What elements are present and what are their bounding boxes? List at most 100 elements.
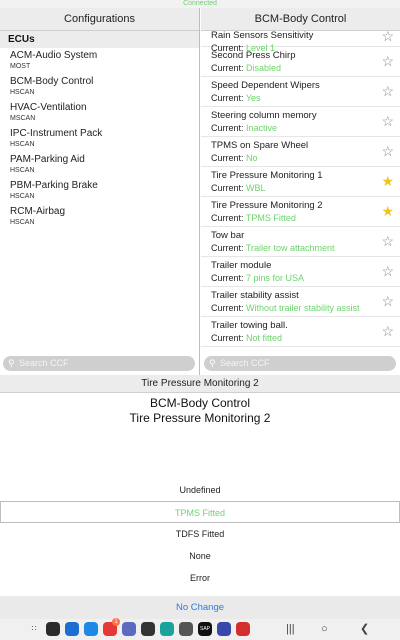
current-value: Without trailer stability assist: [246, 303, 360, 313]
camera-dot-icon[interactable]: [141, 622, 155, 636]
ccf-list-item[interactable]: TPMS on Spare Wheel Current: No ☆: [201, 137, 400, 167]
ecu-bus: HSCAN: [10, 167, 35, 174]
ecu-name: PAM-Parking Aid: [10, 154, 85, 165]
ecu-name: HVAC-Ventilation: [10, 102, 87, 113]
favorite-star-icon[interactable]: ☆: [381, 264, 394, 278]
ccf-list-item[interactable]: Tow bar Current: Trailer tow attachment ☆: [201, 227, 400, 257]
chat-app-icon[interactable]: [84, 622, 98, 636]
favorite-star-icon[interactable]: ☆: [381, 144, 394, 158]
favorite-star-icon[interactable]: ☆: [381, 114, 394, 128]
current-value: 7 pins for USA: [246, 273, 305, 283]
no-change-button[interactable]: No Change: [0, 596, 400, 619]
ccf-list-item[interactable]: Second Press Chirp Current: Disabled ☆: [201, 47, 400, 77]
search-placeholder: Search CCF: [19, 358, 69, 368]
main-panes: Configurations ECUs ACM-Audio System MOST…: [0, 8, 400, 375]
multi-app-icon[interactable]: [217, 622, 231, 636]
favorite-star-icon[interactable]: ☆: [381, 54, 394, 68]
current-label: Current:: [211, 183, 247, 193]
connection-status: Connected: [183, 0, 217, 7]
current-value: Not fitted: [246, 333, 283, 343]
ecu-bus: HSCAN: [10, 141, 35, 148]
ccf-current: Current: Without trailer stability assis…: [211, 302, 400, 314]
ecu-bus: HSCAN: [10, 89, 35, 96]
ecu-bus: MSCAN: [10, 115, 36, 122]
current-label: Current:: [211, 333, 247, 343]
favorite-star-icon[interactable]: ★: [381, 204, 394, 218]
option-item[interactable]: None: [0, 545, 400, 567]
home-icon[interactable]: ○: [321, 621, 328, 637]
ccf-name: Tire Pressure Monitoring 2: [211, 200, 323, 211]
ccf-current: Current: Not fitted: [211, 332, 400, 344]
ccf-list-item[interactable]: Tire Pressure Monitoring 1 Current: WBL ★: [201, 167, 400, 197]
ccf-current: Current: Trailer tow attachment: [211, 242, 400, 254]
option-item[interactable]: TPMS Fitted: [0, 501, 400, 523]
ccf-current: Current: TPMS Fitted: [211, 212, 400, 224]
ccf-list-item[interactable]: Rain Sensors Sensitivity Current: Level 1…: [201, 31, 400, 53]
email-app-icon[interactable]: 1: [103, 618, 120, 636]
app-grid-icon[interactable]: ∷: [27, 622, 41, 636]
edge-browser-icon[interactable]: [160, 622, 174, 636]
option-item[interactable]: Error: [0, 567, 400, 589]
favorite-star-icon[interactable]: ★: [381, 174, 394, 188]
camera-app-icon[interactable]: [46, 622, 60, 636]
favorite-star-icon[interactable]: ☆: [381, 324, 394, 338]
ecu-bus: HSCAN: [10, 219, 35, 226]
pdf-app-icon[interactable]: [236, 622, 250, 636]
current-value: Disabled: [246, 63, 282, 73]
ccf-name: Tow bar: [211, 230, 245, 241]
ccf-current: Current: Inactive: [211, 122, 400, 134]
ccf-search-input[interactable]: ⚲ Search CCF: [204, 356, 396, 371]
ccf-current: Current: Disabled: [211, 62, 400, 74]
ecus-section-header: ECUs: [0, 31, 199, 48]
ccf-list[interactable]: Rain Sensors Sensitivity Current: Level 1…: [201, 31, 400, 354]
favorite-star-icon[interactable]: ☆: [381, 294, 394, 308]
favorite-star-icon[interactable]: ☆: [381, 84, 394, 98]
ccf-list-item[interactable]: Trailer stability assist Current: Without…: [201, 287, 400, 317]
ecu-name: RCM-Airbag: [10, 206, 66, 217]
ecu-search-input[interactable]: ⚲ Search CCF: [3, 356, 195, 371]
recent-apps-icon[interactable]: |||: [286, 621, 295, 637]
back-icon[interactable]: ❮: [360, 621, 369, 637]
ccf-list-item[interactable]: Trailer towing ball. Current: Not fitted ☆: [201, 317, 400, 347]
ccf-list-item[interactable]: Steering column memory Current: Inactive ☆: [201, 107, 400, 137]
dialog-title-ccf: Tire Pressure Monitoring 2: [129, 411, 271, 425]
current-label: Current:: [211, 153, 247, 163]
notification-badge: 1: [112, 618, 120, 626]
ccf-list-item[interactable]: Tire Pressure Monitoring 2 Current: TPMS …: [201, 197, 400, 227]
ecu-list-item[interactable]: PAM-Parking Aid HSCAN: [0, 152, 199, 178]
ccf-name: TPMS on Spare Wheel: [211, 140, 309, 151]
option-item[interactable]: Undefined: [0, 479, 400, 501]
ecu-list: ACM-Audio System MOST BCM-Body Control HSCA…: [0, 48, 199, 230]
ccf-current: Current: WBL: [211, 182, 400, 194]
ecu-list-item[interactable]: HVAC-Ventilation MSCAN: [0, 100, 199, 126]
ecu-list-item[interactable]: ACM-Audio System MOST: [0, 48, 199, 74]
search-icon: ⚲: [209, 358, 216, 368]
ccf-pane: BCM-Body Control Rain Sensors Sensitivit…: [201, 8, 400, 375]
ecu-name: PBM-Parking Brake: [10, 180, 98, 191]
ecu-list-item[interactable]: BCM-Body Control HSCAN: [0, 74, 199, 100]
notes-app-icon[interactable]: [122, 622, 136, 636]
ccf-name: Trailer module: [211, 260, 272, 271]
ecu-bus: HSCAN: [10, 193, 35, 200]
search-placeholder: Search CCF: [220, 358, 270, 368]
ccf-current: Current: 7 pins for USA: [211, 272, 400, 284]
ecu-list-item[interactable]: PBM-Parking Brake HSCAN: [0, 178, 199, 204]
contacts-app-icon[interactable]: [65, 622, 79, 636]
sap-app-icon[interactable]: SAP: [198, 622, 212, 636]
current-label: Current:: [211, 303, 247, 313]
current-label: Current:: [211, 63, 247, 73]
ccf-list-item[interactable]: Trailer module Current: 7 pins for USA ☆: [201, 257, 400, 287]
favorite-star-icon[interactable]: ☆: [381, 31, 394, 43]
ccf-name: Tire Pressure Monitoring 1: [211, 170, 323, 181]
settings-app-icon[interactable]: [179, 622, 193, 636]
ccf-name: Second Press Chirp: [211, 50, 296, 61]
ecu-list-item[interactable]: IPC-Instrument Pack HSCAN: [0, 126, 199, 152]
favorite-star-icon[interactable]: ☆: [381, 234, 394, 248]
ecu-bus: MOST: [10, 63, 31, 70]
ccf-list-item[interactable]: Speed Dependent Wipers Current: Yes ☆: [201, 77, 400, 107]
ccf-name: Rain Sensors Sensitivity: [211, 31, 314, 41]
ccf-current: Current: Yes: [211, 92, 400, 104]
option-item[interactable]: TDFS Fitted: [0, 523, 400, 545]
ecu-name: IPC-Instrument Pack: [10, 128, 103, 139]
ecu-list-item[interactable]: RCM-Airbag HSCAN: [0, 204, 199, 230]
